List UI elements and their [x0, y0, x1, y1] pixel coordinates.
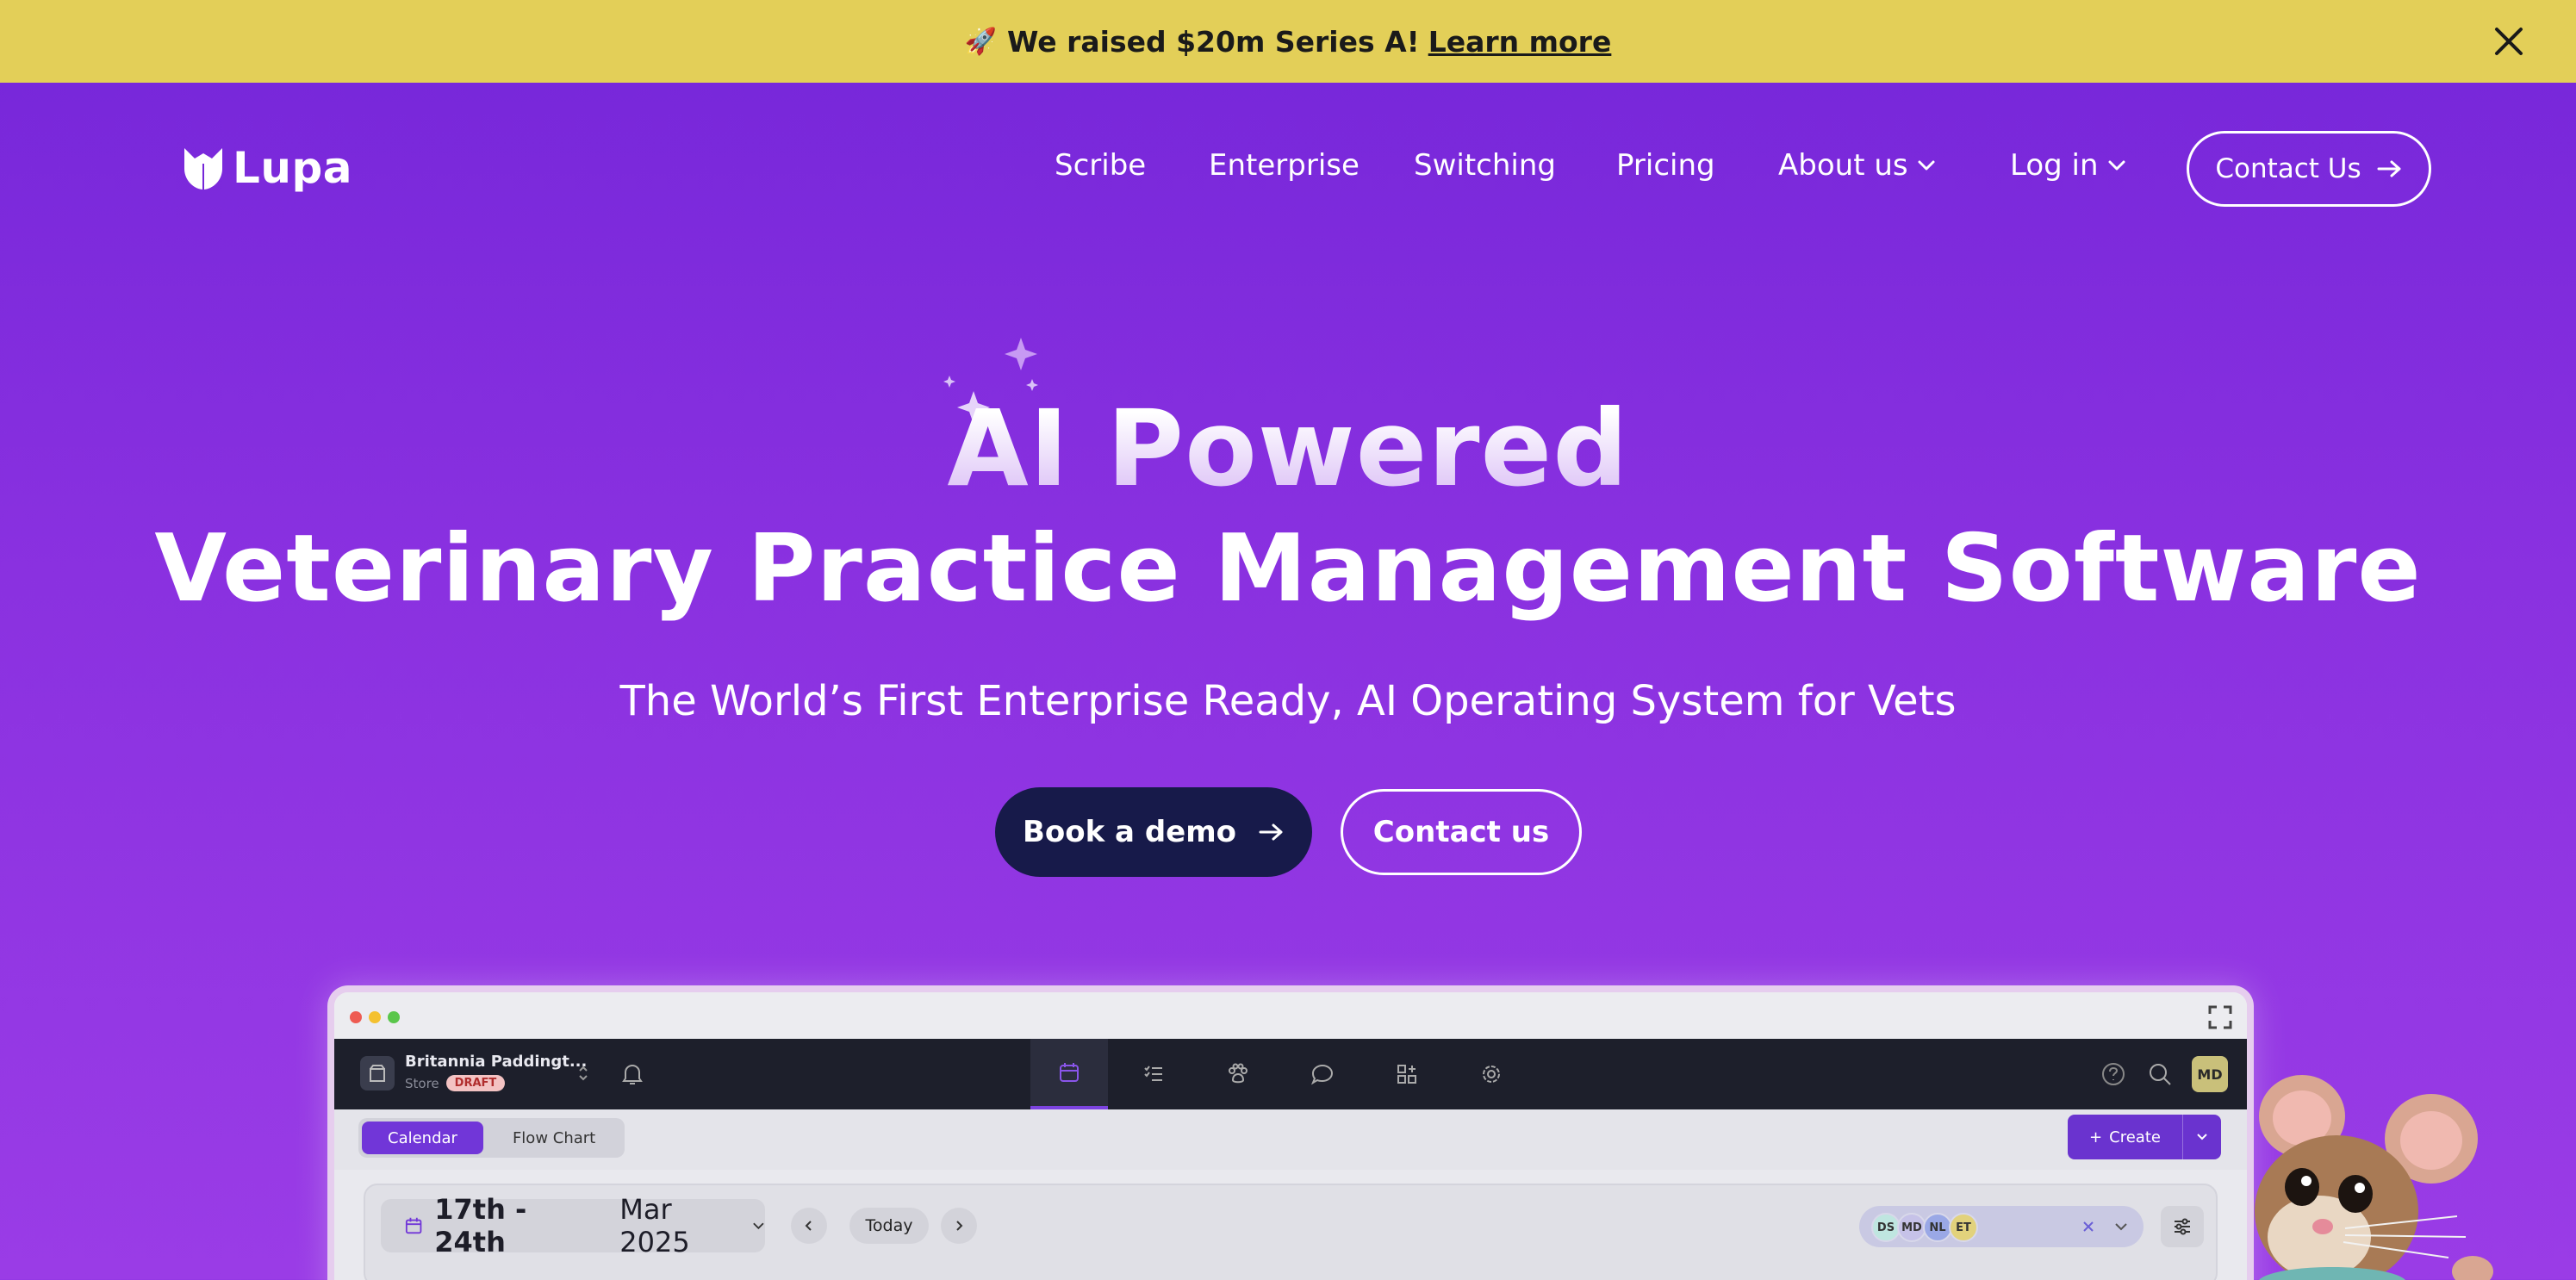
chevron-down-icon — [2197, 1134, 2207, 1140]
nav-login-label: Log in — [2010, 148, 2099, 183]
create-button[interactable]: + Create — [2068, 1115, 2221, 1159]
date-range: 17th - 24th — [434, 1193, 527, 1258]
hero-title-line1: AI Powered — [0, 388, 2576, 510]
nav-pricing[interactable]: Pricing — [1616, 148, 1715, 183]
staff-avatar: MD — [1897, 1213, 1926, 1242]
close-dot[interactable] — [350, 1011, 362, 1023]
nav-scribe[interactable]: Scribe — [1055, 148, 1146, 183]
tab-calendar[interactable]: Calendar — [362, 1122, 483, 1154]
next-week-button[interactable] — [941, 1208, 977, 1244]
contact-us-button[interactable]: Contact Us — [2187, 131, 2431, 207]
fox-logo-icon — [184, 148, 222, 190]
settings-icon[interactable] — [1453, 1039, 1530, 1109]
chevron-right-icon — [956, 1221, 963, 1231]
mouse-mascot-illustration — [2255, 1075, 2493, 1280]
nav-about-us[interactable]: About us — [1778, 148, 1936, 183]
create-dropdown[interactable] — [2183, 1115, 2221, 1159]
create-main[interactable]: + Create — [2068, 1115, 2183, 1159]
staff-avatar: DS — [1871, 1213, 1901, 1242]
announcement-banner: 🚀 We raised $20m Series A! Learn more — [0, 0, 2576, 83]
app-preview: Britannia Paddingt... Store DRAFT MD Cal… — [327, 985, 2254, 1280]
nav-switching[interactable]: Switching — [1414, 148, 1556, 183]
user-avatar[interactable]: MD — [2192, 1056, 2228, 1092]
arrow-right-icon — [2377, 160, 2401, 177]
nav-about-label: About us — [1778, 148, 1908, 183]
apps-icon[interactable] — [1368, 1039, 1446, 1109]
date-month: Mar 2025 — [619, 1193, 690, 1258]
nav-pricing-label: Pricing — [1616, 148, 1715, 183]
app-topbar: Britannia Paddingt... Store DRAFT MD — [334, 1039, 2247, 1109]
checklist-icon[interactable] — [1115, 1039, 1192, 1109]
staff-avatar: ET — [1949, 1213, 1978, 1242]
rocket-emoji: 🚀 — [964, 26, 997, 57]
chevron-left-icon — [805, 1221, 812, 1231]
contact-us-hero-label: Contact us — [1372, 815, 1550, 849]
book-demo-button[interactable]: Book a demo — [995, 787, 1312, 877]
paw-icon[interactable] — [1199, 1039, 1277, 1109]
chevron-down-icon — [1918, 160, 1935, 171]
window-titlebar — [334, 992, 2247, 1039]
nav-enterprise-label: Enterprise — [1209, 148, 1360, 183]
banner-text: We raised $20m Series A! — [1007, 24, 1420, 59]
staff-avatar: NL — [1923, 1213, 1952, 1242]
calendar-header: 17th - 24th Mar 2025 Today DS MD NL ET — [364, 1184, 2218, 1280]
book-demo-label: Book a demo — [1022, 815, 1237, 849]
today-button[interactable]: Today — [849, 1208, 929, 1244]
chevron-updown-icon[interactable] — [577, 1063, 589, 1084]
fullscreen-icon[interactable] — [2207, 1004, 2233, 1030]
calendar-icon — [405, 1217, 422, 1234]
contact-us-hero-button[interactable]: Contact us — [1341, 789, 1582, 875]
chevron-down-icon — [753, 1222, 764, 1230]
date-range-picker[interactable]: 17th - 24th Mar 2025 — [381, 1193, 765, 1258]
nav-scribe-label: Scribe — [1055, 148, 1147, 183]
tab-flow-chart[interactable]: Flow Chart — [487, 1122, 621, 1154]
logo-text: Lupa — [233, 143, 352, 193]
minimize-dot[interactable] — [369, 1011, 381, 1023]
logo[interactable]: Lupa — [183, 143, 352, 193]
store-meta: Store DRAFT — [405, 1075, 506, 1091]
learn-more-link[interactable]: Learn more — [1428, 25, 1612, 59]
filter-settings-button[interactable] — [2161, 1206, 2204, 1247]
hero-subtitle: The World’s First Enterprise Ready, AI O… — [619, 677, 1957, 725]
prev-week-button[interactable] — [791, 1208, 827, 1244]
contact-us-label: Contact Us — [2215, 153, 2361, 184]
nav-enterprise[interactable]: Enterprise — [1209, 148, 1360, 183]
chevron-down-icon — [2108, 160, 2125, 171]
store-type: Store — [405, 1075, 439, 1091]
store-icon — [360, 1056, 395, 1090]
staff-filter[interactable]: DS MD NL ET — [1859, 1206, 2144, 1247]
chevron-down-icon[interactable] — [2114, 1221, 2128, 1232]
calendar-nav-icon[interactable] — [1030, 1039, 1108, 1109]
search-icon[interactable] — [2147, 1061, 2173, 1087]
draft-badge: DRAFT — [445, 1075, 506, 1091]
clear-icon[interactable] — [2081, 1220, 2095, 1233]
help-icon[interactable] — [2100, 1061, 2126, 1087]
close-icon[interactable] — [2490, 22, 2528, 60]
hero-title-line2: Veterinary Practice Management Software — [154, 515, 2422, 623]
create-label: Create — [2109, 1128, 2161, 1146]
bell-icon[interactable] — [620, 1061, 644, 1087]
maximize-dot[interactable] — [388, 1011, 400, 1023]
store-name[interactable]: Britannia Paddingt... — [405, 1053, 587, 1071]
plus-icon: + — [2089, 1128, 2103, 1146]
nav-switching-label: Switching — [1414, 148, 1556, 183]
arrow-right-icon — [1259, 823, 1283, 841]
view-switcher: Calendar Flow Chart — [358, 1118, 625, 1158]
main-nav: Lupa Scribe Enterprise Switching Pricing… — [0, 83, 2576, 255]
view-toolbar: Calendar Flow Chart + Create — [334, 1109, 2247, 1170]
app-window: Britannia Paddingt... Store DRAFT MD Cal… — [334, 992, 2247, 1280]
sliders-icon — [2175, 1218, 2190, 1235]
chat-icon[interactable] — [1284, 1039, 1361, 1109]
nav-log-in[interactable]: Log in — [2010, 148, 2126, 183]
